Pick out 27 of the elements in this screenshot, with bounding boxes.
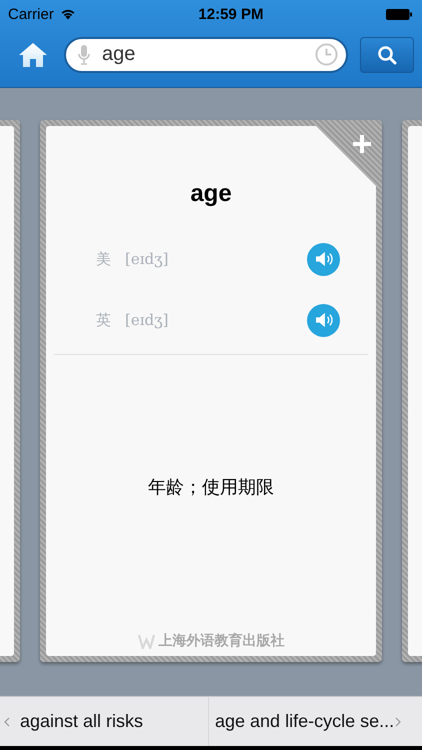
previous-word-button[interactable]: against all risks: [0, 697, 209, 746]
region-label: 美: [96, 250, 111, 268]
history-clock-icon[interactable]: [315, 43, 338, 66]
phonetic-text: [eɪdʒ]: [125, 250, 168, 268]
search-field[interactable]: age: [64, 36, 348, 72]
add-icon[interactable]: [352, 134, 372, 154]
region-label: 英: [96, 310, 111, 330]
chevron-left-icon: [4, 716, 10, 726]
phonetic-text: [eɪdʒ]: [125, 311, 168, 329]
search-icon: [377, 44, 397, 64]
search-button[interactable]: [360, 36, 414, 72]
speaker-icon: [314, 312, 332, 328]
speaker-icon: [314, 251, 332, 267]
speaker-button[interactable]: [307, 304, 340, 336]
speaker-button[interactable]: [307, 242, 340, 276]
definition-text: 年龄；使用期限: [148, 476, 274, 499]
publisher-logo-icon: [138, 634, 154, 648]
chevron-right-icon: [395, 716, 402, 726]
wifi-icon: [60, 8, 76, 20]
headword: age: [190, 180, 232, 208]
battery-icon: [386, 8, 412, 20]
microphone-icon[interactable]: [78, 44, 90, 64]
next-word-button[interactable]: age and life-cycle se...: [209, 697, 422, 746]
clock-time: 12:59 PM: [198, 6, 264, 22]
publisher-name: 上海外语教育出版社: [158, 632, 284, 650]
carrier-label: Carrier: [8, 6, 54, 22]
home-icon[interactable]: [18, 42, 48, 68]
